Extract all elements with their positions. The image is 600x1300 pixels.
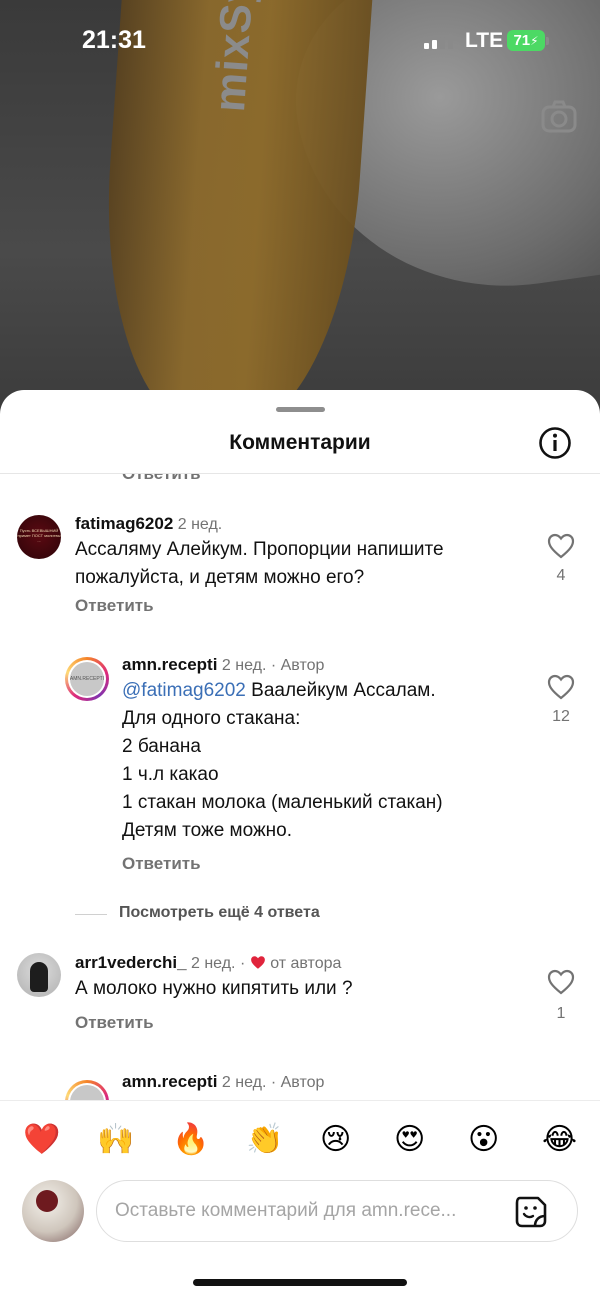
comment-header: arr1vederchi_ 2 нед. · от автора: [75, 953, 341, 973]
reaction-heart-emoji[interactable]: ❤️: [23, 1123, 60, 1157]
comment-username[interactable]: fatimag6202: [75, 514, 173, 533]
comment-text: А молоко нужно кипятить или ?: [75, 978, 353, 999]
like-heart-icon[interactable]: [547, 674, 575, 705]
author-liked-heart-icon: [250, 955, 266, 972]
reply-button[interactable]: Ответить: [122, 474, 201, 484]
comment-header: fatimag6202 2 нед.: [75, 514, 222, 534]
camera-icon[interactable]: [541, 100, 577, 139]
comment-text-line: 1 ч.л какао: [122, 764, 219, 785]
reaction-crying-emoji[interactable]: 😢: [320, 1123, 351, 1157]
reaction-fire-emoji[interactable]: 🔥: [172, 1123, 209, 1157]
author-tag: · Автор: [270, 657, 325, 674]
comment-header: amn.recepti 2 нед. · Автор: [122, 1072, 324, 1092]
avatar-caption: AMN.RECEPTI: [70, 662, 104, 696]
comment-time: 2 нед.: [221, 657, 267, 674]
status-bar: 21:31 LTE 71 ⚡: [0, 0, 600, 80]
liked-by-author-label: от автора: [270, 955, 342, 972]
author-tag: · Автор: [270, 1074, 325, 1091]
comment-text-line: 1 стакан молока (маленький стакан): [122, 792, 443, 813]
quick-reactions-bar: ❤️ 🙌 🔥 👏 😢 😍 😮 😂: [0, 1100, 600, 1176]
comment-time: 2 нед.: [190, 955, 236, 972]
reaction-heart-eyes-emoji[interactable]: 😍: [394, 1123, 425, 1157]
network-type: LTE: [465, 29, 504, 52]
comment-text-line: 2 банана: [122, 736, 201, 757]
like-heart-icon[interactable]: [547, 533, 575, 564]
comment-username[interactable]: amn.recepti: [122, 655, 217, 674]
sheet-grabber[interactable]: [276, 407, 325, 412]
comment-text-line: Детям тоже можно.: [122, 820, 292, 841]
comment-header: amn.recepti 2 нед. · Автор: [122, 655, 324, 675]
comment-time: 2 нед.: [221, 1074, 267, 1091]
avatar[interactable]: [65, 1080, 109, 1100]
avatar[interactable]: AMN.RECEPTI: [65, 657, 109, 701]
reply-button[interactable]: Ответить: [75, 596, 154, 616]
comment-time: 2 нед.: [177, 516, 223, 533]
like-heart-icon[interactable]: [547, 969, 575, 1000]
avatar-figure: [30, 962, 48, 992]
comment-username[interactable]: arr1vederchi_: [75, 953, 187, 972]
comment-text-line: Для одного стакана:: [122, 708, 301, 729]
sheet-title: Комментарии: [229, 431, 371, 454]
reaction-surprised-emoji[interactable]: 😮: [468, 1123, 499, 1157]
avatar[interactable]: [17, 953, 61, 997]
like-count: 1: [556, 1005, 566, 1022]
author-dot: ·: [239, 955, 246, 972]
status-time: 21:31: [82, 26, 146, 54]
reaction-clapping-emoji[interactable]: 👏: [246, 1123, 283, 1157]
like-count: 12: [552, 708, 570, 725]
battery-icon: 71 ⚡: [507, 30, 545, 51]
comment-text-line: Ассаляму Алейкум. Пропорции напишите: [75, 539, 444, 560]
battery-level: 71: [513, 32, 531, 49]
comments-sheet: Комментарии Ответить Пусть ВСЕВЫШНИЙ при…: [0, 390, 600, 1300]
avatar-rose: [36, 1190, 58, 1212]
sticker-icon[interactable]: [514, 1195, 548, 1234]
comment-input-placeholder: Оставьте комментарий для amn.rece...: [115, 1200, 457, 1221]
comment-text-line: пожалуйста, и детям можно его?: [75, 567, 365, 588]
comment-text-line: @fatimag6202 Ваалейкум Ассалам.: [122, 677, 532, 705]
comment-text-fragment: Ваалейкум Ассалам.: [245, 680, 436, 701]
like-count: 4: [556, 567, 566, 584]
current-user-avatar: [22, 1180, 84, 1242]
comment-input[interactable]: Оставьте комментарий для amn.rece...: [96, 1180, 578, 1242]
home-indicator[interactable]: [193, 1279, 407, 1286]
info-icon[interactable]: [538, 426, 572, 465]
avatar[interactable]: Пусть ВСЕВЫШНИЙ примет ПОСТ молитвы ...: [17, 515, 61, 559]
comment-text: Ассаляму Алейкум. Пропорции напишите пож…: [75, 536, 535, 592]
reply-button[interactable]: Ответить: [122, 854, 201, 874]
battery-tip: [546, 37, 549, 45]
avatar-caption: Пусть ВСЕВЫШНИЙ примет ПОСТ молитвы ...: [17, 528, 61, 543]
reaction-raising-hands-emoji[interactable]: 🙌: [97, 1123, 134, 1157]
comment-text: @fatimag6202 Ваалейкум Ассалам. Для одно…: [122, 677, 532, 845]
comment-username[interactable]: amn.recepti: [122, 1072, 217, 1091]
mention-link[interactable]: @fatimag6202: [122, 680, 246, 701]
view-more-line: [75, 914, 107, 915]
comments-list[interactable]: Ответить Пусть ВСЕВЫШНИЙ примет ПОСТ мол…: [0, 474, 600, 1100]
signal-icon: [424, 33, 453, 49]
reply-button[interactable]: Ответить: [75, 1013, 154, 1033]
view-more-replies-button[interactable]: Посмотреть ещё 4 ответа: [119, 904, 320, 922]
reaction-laughing-emoji[interactable]: 😂: [542, 1123, 577, 1157]
